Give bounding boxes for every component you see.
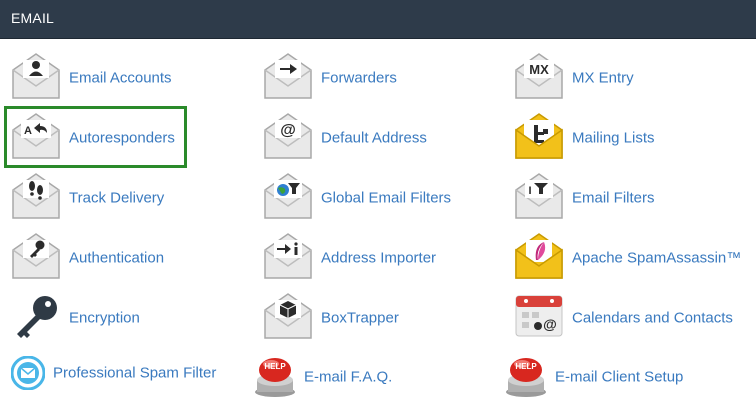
filter-envelope-icon: I	[515, 173, 563, 219]
email-section-header: EMAIL	[0, 0, 756, 39]
feather-envelope-icon	[515, 233, 563, 279]
mailing-lists-label: Mailing Lists	[572, 129, 655, 147]
footprints-envelope-icon	[12, 173, 60, 219]
boxtrapper-label: BoxTrapper	[321, 309, 399, 327]
svg-text:MX: MX	[529, 62, 549, 77]
spam-filter-icon	[11, 356, 45, 390]
at-envelope-icon: @	[264, 113, 312, 159]
forwarders-label: Forwarders	[321, 69, 397, 87]
globe-filter-envelope-icon	[264, 173, 312, 219]
box-envelope-icon	[264, 293, 312, 339]
key-envelope-icon	[12, 233, 60, 279]
reply-envelope-icon: A	[12, 113, 60, 159]
mailing-list-envelope-icon	[515, 113, 563, 159]
svg-text:I: I	[528, 185, 531, 197]
help-button-icon: HELP	[255, 358, 295, 397]
svg-text:@: @	[543, 316, 557, 332]
global-email-filters-label: Global Email Filters	[321, 189, 452, 207]
track-delivery-label: Track Delivery	[69, 189, 165, 207]
mx-envelope-icon: MX	[515, 53, 563, 99]
svg-text:A: A	[24, 125, 32, 137]
email-accounts-label: Email Accounts	[69, 69, 172, 87]
mx-entry-label: MX Entry	[572, 69, 634, 87]
professional-spam-filter-label: Professional Spam Filter	[53, 364, 217, 382]
svg-text:HELP: HELP	[264, 362, 286, 371]
section-title: EMAIL	[11, 10, 55, 26]
person-envelope-icon	[12, 53, 60, 99]
email-filters-label: Email Filters	[572, 189, 655, 207]
arrow-envelope-icon	[264, 53, 312, 99]
address-importer-label: Address Importer	[321, 249, 437, 267]
autoresponders-label: Autoresponders	[69, 129, 175, 147]
email-faq-label: E-mail F.A.Q.	[304, 368, 393, 386]
svg-text:HELP: HELP	[515, 362, 537, 371]
apache-spamassassin-label: Apache SpamAssassin™	[572, 249, 742, 267]
help-button-icon: HELP	[506, 358, 546, 397]
default-address-label: Default Address	[321, 129, 427, 147]
email-client-setup-label: E-mail Client Setup	[555, 368, 684, 386]
key-icon	[17, 296, 57, 338]
import-envelope-icon	[264, 233, 312, 279]
calendars-and-contacts-label: Calendars and Contacts	[572, 309, 733, 327]
calendar-icon: @	[515, 295, 563, 337]
svg-text:@: @	[280, 122, 296, 139]
encryption-label: Encryption	[69, 309, 140, 327]
authentication-label: Authentication	[69, 249, 165, 267]
